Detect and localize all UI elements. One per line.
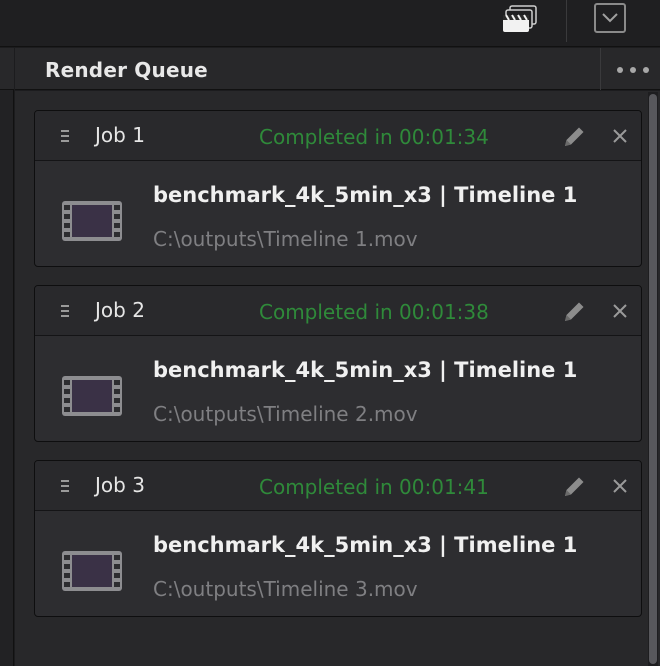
close-icon[interactable] <box>612 128 628 144</box>
job-name: benchmark_4k_5min_x3 | Timeline 1 <box>153 533 578 557</box>
job-name: benchmark_4k_5min_x3 | Timeline 1 <box>153 183 578 207</box>
job-card-3[interactable]: Job 3 Completed in 00:01:41 benchmark_4k… <box>34 460 642 617</box>
close-icon[interactable] <box>612 478 628 494</box>
left-panel-edge <box>0 48 14 666</box>
job-header: Job 3 Completed in 00:01:41 <box>35 461 641 511</box>
job-card-2[interactable]: Job 2 Completed in 00:01:38 benchmark_4k… <box>34 285 642 442</box>
drag-handle-icon[interactable] <box>60 479 70 493</box>
clapperboard-icon[interactable] <box>502 4 538 34</box>
page-title: Render Queue <box>45 58 208 82</box>
top-toolbar <box>0 0 660 47</box>
drag-handle-icon[interactable] <box>60 304 70 318</box>
edit-icon[interactable] <box>561 474 587 500</box>
render-queue-header: Render Queue <box>15 48 660 90</box>
edit-icon[interactable] <box>561 299 587 325</box>
scrollbar-thumb[interactable] <box>649 94 657 664</box>
job-label: Job 2 <box>95 298 145 322</box>
job-card-1[interactable]: Job 1 Completed in 00:01:34 benchmark_4k… <box>34 110 642 267</box>
film-icon <box>62 551 122 591</box>
job-status: Completed in 00:01:41 <box>259 475 489 499</box>
job-label: Job 3 <box>95 473 145 497</box>
close-icon[interactable] <box>612 303 628 319</box>
film-icon <box>62 201 122 241</box>
job-output-path: C:\outputs\Timeline 2.mov <box>153 402 418 426</box>
job-header: Job 1 Completed in 00:01:34 <box>35 111 641 161</box>
job-output-path: C:\outputs\Timeline 1.mov <box>153 227 418 251</box>
film-icon <box>62 376 122 416</box>
dropdown-toggle-icon[interactable] <box>594 3 626 33</box>
more-options-icon[interactable] <box>615 66 651 74</box>
job-label: Job 1 <box>95 123 145 147</box>
job-header: Job 2 Completed in 00:01:38 <box>35 286 641 336</box>
toolbar-divider <box>566 0 567 42</box>
job-status: Completed in 00:01:34 <box>259 125 489 149</box>
left-panel-tab <box>0 48 14 90</box>
scrollbar[interactable] <box>648 92 658 666</box>
job-status: Completed in 00:01:38 <box>259 300 489 324</box>
edit-icon[interactable] <box>561 124 587 150</box>
header-divider <box>600 48 601 90</box>
job-name: benchmark_4k_5min_x3 | Timeline 1 <box>153 358 578 382</box>
drag-handle-icon[interactable] <box>60 129 70 143</box>
job-output-path: C:\outputs\Timeline 3.mov <box>153 577 418 601</box>
